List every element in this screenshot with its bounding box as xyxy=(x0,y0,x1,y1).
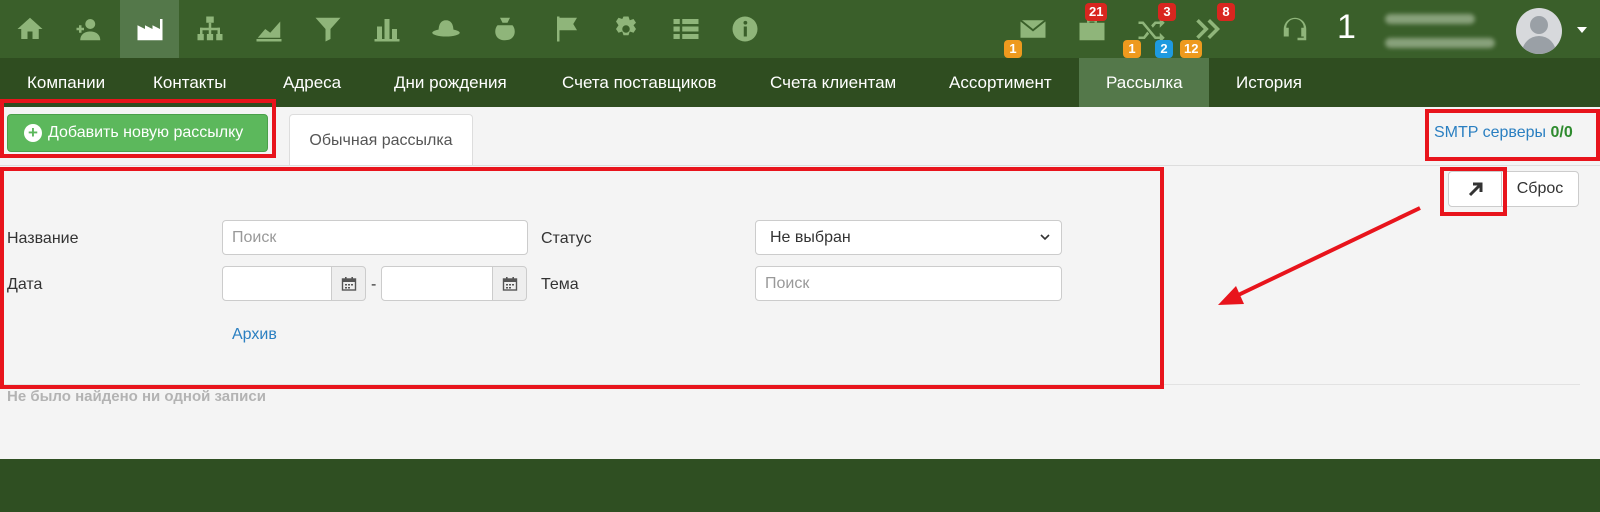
add-mailing-button[interactable]: + Добавить новую рассылку xyxy=(7,114,268,152)
nav-supplier-invoices[interactable]: Счета поставщиков xyxy=(535,58,743,107)
mail-badge: 1 xyxy=(1004,40,1022,58)
nav-history[interactable]: История xyxy=(1209,58,1329,107)
shuffle-badge-red: 3 xyxy=(1158,3,1176,21)
user-company-blurred xyxy=(1385,38,1495,48)
main-nav: Компании Контакты Адреса Дни рождения Сч… xyxy=(0,58,1600,107)
arrow-up-right-icon xyxy=(1468,182,1483,197)
topic-search-input[interactable]: Поиск xyxy=(755,266,1062,301)
org-chart-icon[interactable] xyxy=(180,0,239,58)
chevron-down-icon xyxy=(1040,234,1050,241)
info-icon[interactable] xyxy=(715,0,774,58)
date-to-input[interactable] xyxy=(381,266,493,301)
counter: 1 xyxy=(1337,8,1356,46)
area-chart-icon[interactable] xyxy=(239,0,298,58)
expand-filter-button[interactable] xyxy=(1448,171,1502,207)
smtp-count: 0/0 xyxy=(1550,124,1573,141)
status-value: Не выбран xyxy=(770,229,851,246)
shuffle-badge-orange: 1 xyxy=(1123,40,1141,58)
factory-icon[interactable] xyxy=(120,0,179,58)
nav-assortment[interactable]: Ассортимент xyxy=(922,58,1079,107)
tab-divider xyxy=(0,165,1600,166)
topic-label: Тема xyxy=(541,276,579,293)
plus-circle-icon: + xyxy=(24,124,42,142)
date-separator: - xyxy=(371,276,377,293)
archive-link[interactable]: Архив xyxy=(232,326,277,344)
smtp-label: SMTP серверы xyxy=(1434,124,1547,141)
nav-contacts[interactable]: Контакты xyxy=(126,58,253,107)
flag-icon[interactable] xyxy=(537,0,596,58)
nav-client-invoices[interactable]: Счета клиентам xyxy=(743,58,923,107)
date-to-field xyxy=(381,266,527,301)
tab-regular-mailing[interactable]: Обычная рассылка xyxy=(289,114,473,166)
filter-icon[interactable] xyxy=(298,0,357,58)
chevron-badge-orange: 12 xyxy=(1180,40,1203,58)
nav-addresses[interactable]: Адреса xyxy=(256,58,368,107)
empty-results-text: Не было найдено ни одной записи xyxy=(7,388,266,405)
status-select[interactable]: Не выбран xyxy=(755,220,1062,255)
reset-button[interactable]: Сброс xyxy=(1501,171,1579,207)
user-avatar-icon[interactable] xyxy=(1516,8,1562,54)
smtp-servers-link[interactable]: SMTP серверы 0/0 xyxy=(1434,124,1573,142)
date-from-input[interactable] xyxy=(222,266,332,301)
briefcase-badge: 21 xyxy=(1085,3,1108,21)
chevron-down-icon[interactable] xyxy=(1577,27,1587,33)
top-toolbar: 1 21 3 1 2 8 12 1 xyxy=(0,0,1600,58)
date-label: Дата xyxy=(7,276,43,293)
chevron-badge-red: 8 xyxy=(1217,3,1235,21)
calendar-icon[interactable] xyxy=(331,266,366,301)
calendar-icon[interactable] xyxy=(492,266,527,301)
name-search-input[interactable]: Поиск xyxy=(222,220,528,255)
bar-chart-icon[interactable] xyxy=(357,0,416,58)
name-label: Название xyxy=(7,230,79,247)
nav-mailing[interactable]: Рассылка xyxy=(1079,58,1209,107)
gear-icon[interactable] xyxy=(596,0,655,58)
nav-birthdays[interactable]: Дни рождения xyxy=(367,58,534,107)
date-from-field xyxy=(222,266,366,301)
list-icon[interactable] xyxy=(656,0,715,58)
nav-companies[interactable]: Компании xyxy=(0,58,132,107)
contacts-icon[interactable] xyxy=(59,0,118,58)
home-icon[interactable] xyxy=(0,0,59,58)
status-label: Статус xyxy=(541,230,592,247)
user-name-blurred xyxy=(1385,14,1475,24)
hat-icon[interactable] xyxy=(416,0,475,58)
results-divider xyxy=(0,384,1580,385)
money-bag-icon[interactable] xyxy=(475,0,534,58)
headset-icon[interactable] xyxy=(1265,0,1324,58)
content-area: + Добавить новую рассылку Обычная рассыл… xyxy=(0,107,1600,459)
add-mailing-label: Добавить новую рассылку xyxy=(48,124,244,141)
shuffle-badge-blue: 2 xyxy=(1155,40,1173,58)
